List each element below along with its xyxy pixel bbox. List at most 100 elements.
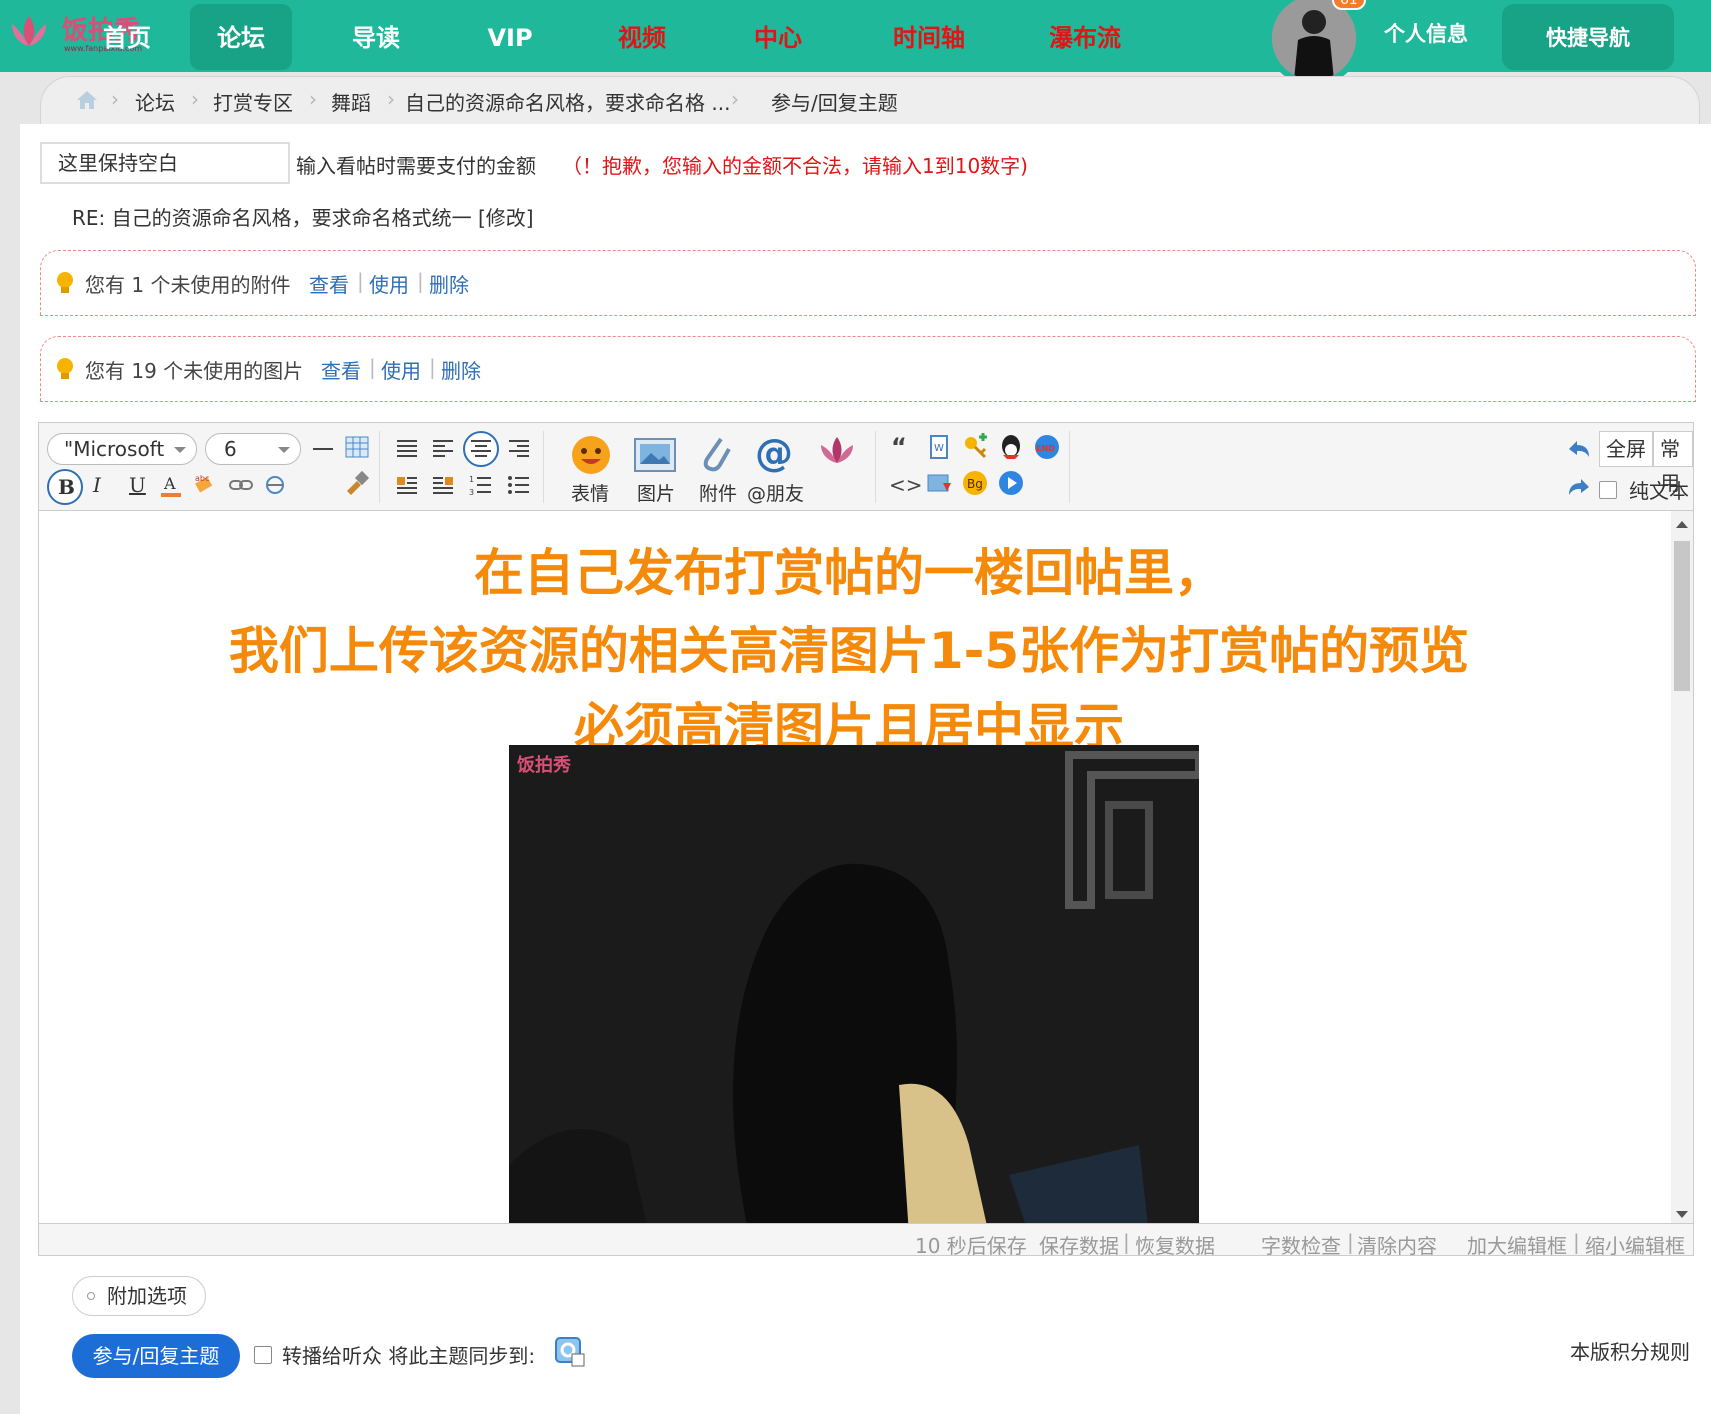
redo-icon[interactable]: [1565, 473, 1593, 501]
restore-data-link[interactable]: 恢复数据: [1135, 1230, 1215, 1259]
toolbar-separator: [543, 431, 544, 503]
align-center-icon: [471, 440, 491, 457]
enlarge-editor-link[interactable]: 加大编辑框: [1467, 1230, 1567, 1259]
pay-amount-input[interactable]: 这里保持空白: [40, 142, 290, 184]
user-avatar-wrap[interactable]: 61: [1266, 0, 1366, 86]
underline-icon[interactable]: U: [129, 473, 146, 497]
image-icon[interactable]: [633, 435, 677, 475]
editor-content[interactable]: 在自己发布打赏帖的一楼回帖里， 我们上传该资源的相关高清图片1-5张作为打赏帖的…: [39, 511, 1693, 1235]
forum-points-rules-link[interactable]: 本版积分规则: [1570, 1336, 1690, 1365]
notification-badge[interactable]: 61: [1332, 0, 1366, 10]
toolbar-separator: [875, 431, 876, 503]
extra-options-button[interactable]: 附加选项: [72, 1276, 206, 1316]
editor-scrollbar[interactable]: [1671, 511, 1693, 1233]
lotus-icon[interactable]: [817, 433, 857, 469]
scroll-thumb[interactable]: [1674, 541, 1690, 691]
notice-use-link[interactable]: 使用: [369, 269, 409, 298]
word-count-link[interactable]: 字数检查: [1261, 1230, 1341, 1259]
key-icon[interactable]: [961, 433, 989, 461]
word-paste-icon[interactable]: W: [925, 433, 953, 461]
align-left-icon[interactable]: [429, 435, 457, 463]
float-left-icon[interactable]: [393, 471, 421, 499]
emoji-icon[interactable]: [569, 433, 613, 477]
horizontal-rule-icon[interactable]: [309, 435, 337, 463]
scroll-up-icon[interactable]: [1676, 521, 1688, 528]
emoji-label[interactable]: 表情: [571, 479, 609, 506]
at-friend-icon[interactable]: @: [755, 431, 793, 475]
align-center-button[interactable]: [463, 431, 499, 467]
reply-title[interactable]: RE: 自己的资源命名风格，要求命名格式统一 [修改]: [72, 202, 534, 231]
end-icon[interactable]: END: [1033, 433, 1061, 461]
nav-center[interactable]: 中心: [728, 0, 828, 72]
nav-home[interactable]: 首页: [92, 0, 162, 72]
status-separator: |: [1573, 1230, 1580, 1254]
undo-icon[interactable]: [1565, 435, 1593, 463]
align-right-icon[interactable]: [505, 435, 533, 463]
nav-guide[interactable]: 导读: [326, 0, 426, 72]
at-friend-label[interactable]: @朋友: [747, 479, 804, 506]
home-icon[interactable]: [75, 89, 99, 111]
italic-icon[interactable]: I: [93, 473, 101, 497]
font-family-select[interactable]: "Microsoft: [47, 433, 197, 465]
breadcrumb-forum[interactable]: 论坛: [135, 87, 175, 116]
qq-icon[interactable]: [997, 433, 1025, 461]
breadcrumb-separator: ›: [309, 87, 317, 111]
plain-text-label[interactable]: 纯文本: [1629, 475, 1689, 504]
quick-nav-button[interactable]: 快捷导航: [1502, 4, 1674, 70]
nav-video[interactable]: 视频: [592, 0, 692, 72]
attachment-label[interactable]: 附件: [699, 479, 737, 506]
background-music-icon[interactable]: Bg: [961, 469, 989, 497]
fullscreen-button[interactable]: 全屏: [1599, 431, 1653, 467]
notice-view-link[interactable]: 查看: [321, 355, 361, 384]
quote-icon[interactable]: “: [891, 433, 907, 461]
submit-reply-button[interactable]: 参与/回复主题: [72, 1334, 240, 1378]
ordered-list-icon[interactable]: 13: [467, 471, 495, 499]
notice-text: 您有 19 个未使用的图片: [85, 359, 304, 383]
scroll-down-icon[interactable]: [1676, 1211, 1688, 1218]
nav-vip[interactable]: VIP: [460, 0, 560, 72]
rich-text-editor: "Microsoft 6 B I U A abc 1 3 表情 图片 附件 @ …: [38, 422, 1694, 1259]
lotus-logo-icon: [12, 16, 46, 46]
nav-waterfall[interactable]: 瀑布流: [1030, 0, 1140, 72]
float-right-icon[interactable]: [429, 471, 457, 499]
svg-text:Bg: Bg: [967, 477, 983, 491]
notice-use-link[interactable]: 使用: [381, 355, 421, 384]
pay-amount-error: （！抱歉，您输入的金额不合法，请输入1到10数字): [562, 154, 1028, 178]
common-button[interactable]: 常用: [1653, 431, 1693, 495]
notice-delete-link[interactable]: 删除: [429, 269, 469, 298]
save-data-link[interactable]: 保存数据: [1039, 1230, 1119, 1259]
font-color-icon[interactable]: A: [157, 471, 185, 499]
play-video-icon[interactable]: [997, 469, 1025, 497]
svg-text:W: W: [934, 443, 944, 454]
notice-delete-link[interactable]: 删除: [441, 355, 481, 384]
code-icon[interactable]: <>: [889, 473, 923, 497]
attachment-icon[interactable]: [695, 431, 735, 475]
breadcrumb-dance[interactable]: 舞蹈: [331, 87, 371, 116]
format-painter-icon[interactable]: [343, 469, 371, 497]
download-image-icon[interactable]: [925, 469, 953, 497]
plain-text-checkbox[interactable]: [1599, 481, 1617, 499]
link-icon[interactable]: [227, 471, 255, 499]
align-justify-icon[interactable]: [393, 435, 421, 463]
unordered-list-icon[interactable]: [505, 471, 533, 499]
avatar[interactable]: [1272, 0, 1356, 80]
unlink-icon[interactable]: [261, 471, 289, 499]
font-size-select[interactable]: 6: [205, 433, 301, 465]
sync-share-icon[interactable]: [554, 1336, 586, 1368]
breadcrumb-reward-zone[interactable]: 打赏专区: [213, 87, 293, 116]
bold-button[interactable]: B: [47, 469, 83, 505]
image-label[interactable]: 图片: [637, 479, 675, 506]
photo-image: [509, 745, 1199, 1235]
nav-timeline[interactable]: 时间轴: [874, 0, 984, 72]
profile-link[interactable]: 个人信息: [1384, 18, 1468, 48]
shrink-editor-link[interactable]: 缩小编辑框: [1585, 1230, 1685, 1259]
nav-forum[interactable]: 论坛: [190, 4, 292, 70]
background-color-icon[interactable]: abc: [191, 471, 219, 499]
table-icon[interactable]: [343, 433, 371, 461]
svg-text:A: A: [163, 474, 176, 493]
clear-content-link[interactable]: 清除内容: [1357, 1230, 1437, 1259]
forward-checkbox[interactable]: [254, 1346, 272, 1364]
breadcrumb-thread[interactable]: 自己的资源命名风格，要求命名格 ...: [405, 87, 730, 116]
preview-photo[interactable]: 饭拍秀: [509, 745, 1199, 1235]
notice-view-link[interactable]: 查看: [309, 269, 349, 298]
